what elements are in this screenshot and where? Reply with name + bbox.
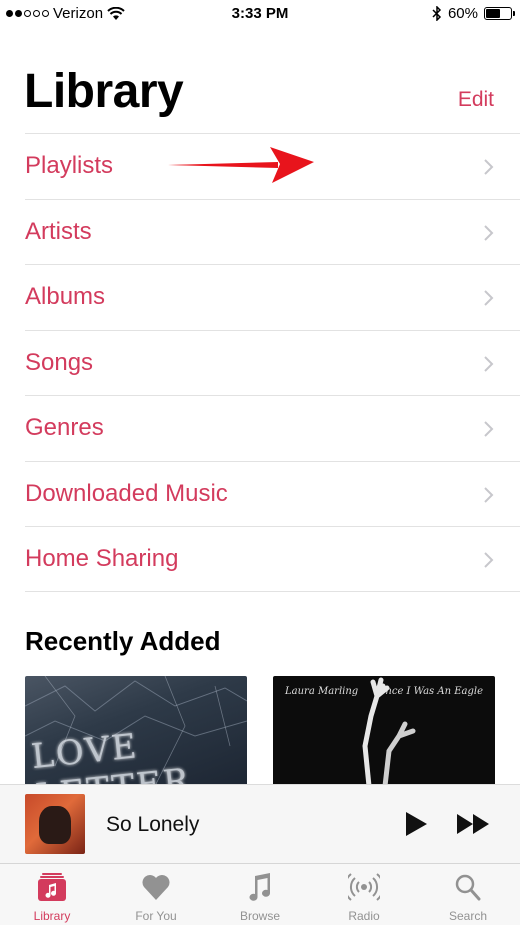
music-note-icon (249, 873, 271, 901)
search-icon (455, 874, 481, 901)
chevron-right-icon (484, 159, 494, 175)
library-item-label: Albums (25, 283, 106, 311)
chevron-right-icon (484, 421, 494, 437)
heart-icon (142, 875, 170, 900)
tab-label: Search (448, 909, 488, 923)
library-item-label: Genres (25, 414, 104, 442)
now-playing-artwork (25, 794, 85, 854)
battery-icon (484, 7, 515, 20)
library-item-label: Songs (25, 348, 94, 376)
tab-radio[interactable]: Radio (312, 864, 416, 925)
chevron-right-icon (484, 552, 494, 568)
status-bar: Verizon 3:33 PM 60% (0, 0, 520, 28)
library-item-home-sharing[interactable]: Home Sharing (25, 526, 520, 592)
bluetooth-icon (432, 6, 442, 21)
library-item-genres[interactable]: Genres (25, 395, 520, 461)
tab-for-you[interactable]: For You (104, 864, 208, 925)
tab-library[interactable]: Library (0, 864, 104, 925)
battery-percent: 60% (447, 5, 478, 22)
edit-button[interactable]: Edit (458, 88, 494, 112)
chevron-right-icon (484, 355, 494, 372)
tab-label: For You (135, 909, 177, 923)
library-item-albums[interactable]: Albums (25, 264, 520, 330)
annotation-arrow-icon (168, 147, 314, 183)
chevron-right-icon (484, 486, 494, 503)
play-icon[interactable] (403, 810, 429, 838)
page-title: Library (24, 65, 184, 118)
chevron-right-icon (484, 224, 494, 241)
tab-label: Library (33, 909, 71, 923)
library-item-artists[interactable]: Artists (25, 198, 520, 265)
library-item-label: Downloaded Music (25, 479, 228, 507)
chevron-right-icon (484, 290, 494, 306)
tab-bar: Library For You Browse Radio Search (0, 863, 520, 925)
section-title-recently-added: Recently Added (25, 626, 221, 656)
library-icon (38, 873, 66, 901)
album-card[interactable]: Laura Marling Once I Was An Eagle (273, 676, 495, 786)
tab-search[interactable]: Search (416, 864, 520, 925)
fast-forward-icon[interactable] (456, 812, 492, 836)
library-item-label: Playlists (25, 152, 114, 180)
library-item-label: Artists (25, 217, 92, 245)
tab-label: Browse (239, 909, 280, 923)
tab-browse[interactable]: Browse (208, 864, 312, 925)
library-item-label: Home Sharing (25, 544, 179, 572)
mini-player[interactable]: So Lonely (0, 784, 520, 863)
radio-icon (348, 873, 380, 901)
status-right: 60% (432, 5, 515, 22)
library-item-songs[interactable]: Songs (25, 329, 520, 396)
album-cover-art (362, 677, 416, 786)
library-list: Playlists Artists Albums Songs Genres Do… (0, 133, 520, 592)
album-card[interactable]: LOVE LETTER (25, 676, 247, 786)
tab-label: Radio (348, 909, 380, 923)
now-playing-title: So Lonely (106, 813, 200, 836)
library-item-downloaded-music[interactable]: Downloaded Music (25, 460, 520, 527)
